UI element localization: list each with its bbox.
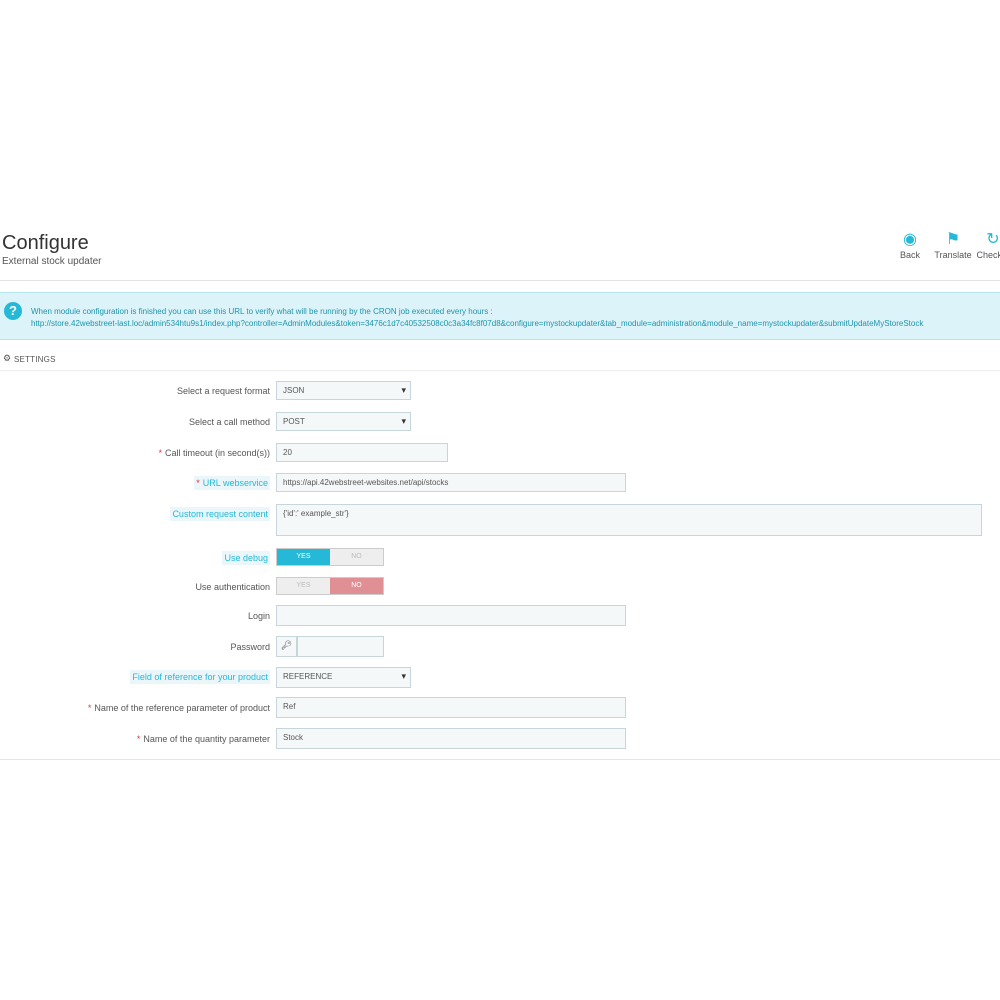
custom-request-value: {'id':' example_str'} [283, 509, 349, 518]
call-method-value: POST [283, 417, 305, 426]
custom-request-label: Custom request content [170, 507, 270, 521]
question-icon: ? [4, 302, 22, 320]
cogs-icon: ⚙ [3, 353, 12, 363]
call-method-label: Select a call method [188, 417, 270, 427]
quantity-param-value: Stock [283, 733, 304, 742]
use-auth-label: Use authentication [195, 582, 270, 592]
use-debug-label: Use debug [222, 551, 270, 565]
page-header: Configure External stock updater ◉ Back … [0, 222, 1000, 281]
required-marker: * [196, 478, 200, 488]
back-icon: ◉ [903, 231, 917, 248]
call-timeout-value: 20 [283, 448, 292, 457]
call-timeout-input[interactable]: 20 [276, 443, 448, 462]
translate-label: Translate [934, 250, 972, 260]
required-marker: * [87, 703, 92, 713]
info-alert: ? When module configuration is finished … [0, 292, 1000, 340]
back-button[interactable]: ◉ Back [895, 230, 925, 260]
login-input[interactable] [276, 605, 626, 626]
translate-button[interactable]: ⚑ Translate [931, 230, 975, 260]
required-marker: * [136, 734, 141, 744]
alert-message: When module configuration is finished yo… [31, 307, 493, 316]
request-format-label: Select a request format [176, 386, 270, 396]
use-debug-yes[interactable]: YES [277, 549, 330, 565]
use-debug-switch[interactable]: YES NO [276, 548, 384, 566]
key-icon: 🔑︎ [276, 636, 297, 657]
cron-url-link[interactable]: http://store.42webstreet-last.loc/admin5… [31, 318, 923, 330]
use-auth-switch[interactable]: YES NO [276, 577, 384, 595]
reference-param-label: * Name of the reference parameter of prod… [87, 703, 270, 713]
call-timeout-label: * Call timeout (in second(s)) [158, 448, 270, 458]
custom-request-textarea[interactable]: {'id':' example_str'} [276, 504, 982, 536]
reference-field-label: Field of reference for your product [130, 670, 270, 684]
password-label: Password [230, 642, 270, 652]
reference-param-value: Ref [283, 702, 296, 711]
required-marker: * [158, 448, 162, 458]
use-auth-no[interactable]: NO [330, 578, 383, 594]
panel-heading-text: SETTINGS [14, 355, 56, 364]
page-subtitle: External stock updater [2, 256, 102, 267]
reference-param-input[interactable]: Ref [276, 697, 626, 718]
password-input[interactable] [297, 636, 384, 657]
use-auth-yes[interactable]: YES [277, 578, 330, 594]
url-webservice-label: * URL webservice [194, 476, 270, 490]
use-debug-no[interactable]: NO [330, 549, 383, 565]
check-update-label: Check u [976, 250, 1000, 260]
call-method-select[interactable]: POST [276, 412, 411, 431]
back-label: Back [899, 250, 920, 260]
login-label: Login [247, 611, 270, 621]
quantity-param-label: * Name of the quantity parameter [136, 734, 270, 744]
quantity-param-input[interactable]: Stock [276, 728, 626, 749]
url-webservice-value: https://api.42webstreet-websites.net/api… [283, 478, 449, 487]
settings-panel: ⚙ SETTINGS Select a request format JSON … [0, 347, 1000, 760]
panel-heading: ⚙ SETTINGS [0, 347, 1000, 371]
page-title: Configure [2, 232, 89, 254]
refresh-icon: ↻ [986, 231, 1000, 248]
request-format-value: JSON [283, 386, 305, 395]
alert-text: When module configuration is finished yo… [31, 306, 923, 330]
url-webservice-input[interactable]: https://api.42webstreet-websites.net/api… [276, 473, 626, 492]
reference-field-value: REFERENCE [283, 672, 333, 681]
check-update-button[interactable]: ↻ Check u [973, 230, 1000, 260]
reference-field-select[interactable]: REFERENCE [276, 667, 411, 688]
request-format-select[interactable]: JSON [276, 381, 411, 400]
flag-icon: ⚑ [945, 231, 961, 248]
